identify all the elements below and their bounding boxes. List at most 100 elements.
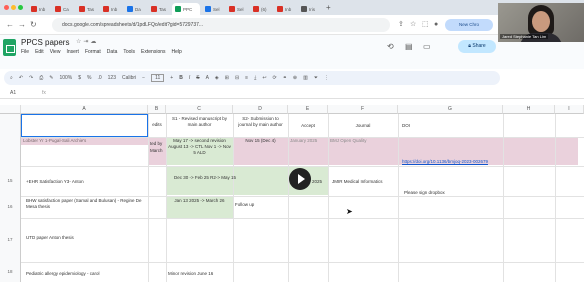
history-icon[interactable]: ⟲ [387,42,394,52]
menu-edit[interactable]: Edit [35,49,44,55]
align-icon[interactable]: ≡ [245,75,248,81]
redo-icon[interactable]: ↷ [29,75,33,81]
font-size-increase-icon[interactable]: + [170,75,173,81]
cell-doi-note[interactable]: Please sign dropbox [402,189,502,197]
cell-revision-dates[interactable]: Minor revision June 16 [166,270,266,278]
text-color-icon[interactable]: A [206,75,209,81]
row-header[interactable]: 15 [0,166,21,196]
new-tab-icon[interactable]: + [326,3,331,13]
link-icon[interactable]: ⚭ [283,75,287,81]
browser-tab[interactable]: Inb [274,3,296,15]
browser-tab[interactable]: Ca [52,3,74,15]
italic-icon[interactable]: I [189,75,190,81]
reload-icon[interactable]: ↻ [30,20,37,30]
webcam-video-overlay[interactable]: Jared Stephanie Tan Lim [498,3,584,42]
back-icon[interactable]: ← [6,20,14,30]
insert-comment-icon[interactable]: ⊕ [293,75,297,81]
row-header[interactable]: 17 [0,218,21,262]
print-icon[interactable]: ⎙ [39,75,43,81]
browser-tab[interactable]: Inb [28,3,50,15]
paint-format-icon[interactable]: ✎ [49,75,53,81]
close-window-icon[interactable] [4,5,9,10]
meet-icon[interactable]: ▭ [423,42,431,52]
borders-icon[interactable]: ⊞ [225,75,229,81]
comment-icon[interactable]: ▤ [405,42,413,52]
row-header[interactable] [0,114,21,137]
cell-submission-date[interactable]: Follow up [233,201,288,209]
menu-help[interactable]: Help [172,49,182,55]
column-header-c[interactable]: C [166,105,233,114]
browser-tab-active[interactable]: PPC [172,3,200,15]
name-box[interactable]: A1 [10,90,16,96]
header-cell-doi[interactable]: DOI [400,122,500,134]
sheets-logo-icon[interactable] [3,39,16,56]
header-cell-accept[interactable]: Accept [288,122,328,134]
column-header-d[interactable]: D [233,105,288,114]
search-menus-icon[interactable]: ⌕ [10,75,13,81]
row-header[interactable]: 16 [0,196,21,218]
menu-view[interactable]: View [50,49,61,55]
more-icon[interactable]: ⋮ [324,75,329,81]
font-select[interactable]: Calibri [122,75,136,81]
cell-journal[interactable]: JMIR Medical Informatics [330,178,398,186]
decimal-icon[interactable]: .0 [97,75,101,81]
profile-icon[interactable]: ● [434,20,438,30]
browser-tab[interactable]: Sel [202,3,224,15]
cell-paper-title[interactable]: BHW satisfaction paper (Samal and Bulusa… [24,197,148,213]
cell-revision-dates[interactable]: Dec 30 -> Feb 25 R2-> May 15 [166,174,276,190]
minimize-window-icon[interactable] [11,5,16,10]
menu-format[interactable]: Format [85,49,101,55]
font-size-input[interactable]: 11 [151,74,165,82]
valign-icon[interactable]: ⤓ [254,75,256,81]
url-input[interactable]: docs.google.com/spreadsheets/d/1pdLFQo/e… [52,18,390,32]
browser-tab[interactable]: Tas [76,3,98,15]
undo-icon[interactable]: ↶ [19,75,23,81]
column-header-h[interactable]: H [503,105,555,114]
column-header-e[interactable]: E [288,105,328,114]
menu-data[interactable]: Data [107,49,118,55]
column-header-g[interactable]: G [398,105,503,114]
browser-tab[interactable]: Da [124,3,146,15]
filter-icon[interactable]: ⏷ [314,75,318,81]
cell-revision-dates[interactable]: May 17 -> second revision August 13 -> C… [166,137,233,165]
share-button[interactable]: 🔒︎ Share [458,40,496,53]
column-header-f[interactable]: F [328,105,398,114]
strikethrough-icon[interactable]: S [196,75,199,81]
doi-link[interactable]: https://doi.org/10.1136/bmjoq-2023-00267… [400,158,503,166]
header-cell-revised[interactable]: S1 - Revised manuscript by main author [166,115,233,136]
menu-insert[interactable]: Insert [66,49,79,55]
row-header[interactable]: 18 [0,262,21,282]
extensions-icon[interactable]: ⬚ [422,20,429,30]
selected-cell[interactable] [21,114,148,137]
percent-icon[interactable]: % [87,75,91,81]
forward-icon[interactable]: → [18,20,26,30]
cell-paper-title[interactable]: UTD paper Anton thesis [24,234,148,242]
formula-input[interactable] [56,89,576,97]
cell-revision-dates[interactable]: Jan 13 2025 -> March 26 [166,197,233,213]
row-header[interactable] [0,137,21,166]
bookmark-star-icon[interactable]: ☆ [410,20,416,30]
browser-tab[interactable]: Sel [226,3,248,15]
select-all-corner[interactable] [0,105,21,114]
header-cell-edits[interactable]: edits [148,116,166,136]
number-format-icon[interactable]: 123 [108,75,116,81]
column-header-b[interactable]: B [148,105,166,114]
new-chrome-available-button[interactable]: New Chro [445,19,493,31]
cell-submission-date[interactable]: Nov 15 (Dec 4) [233,137,288,147]
column-header-i[interactable]: I [555,105,584,114]
cell-paper-title[interactable]: Pediatric allergy epidemiology - carol [24,270,148,278]
menu-tools[interactable]: Tools [123,49,135,55]
chart-icon[interactable]: ▥ [303,75,308,81]
cell-accept-date[interactable]: January 2025 [288,137,328,145]
maximize-window-icon[interactable] [18,5,23,10]
play-button-icon[interactable] [289,168,311,190]
wrap-icon[interactable]: ↩ [262,75,266,81]
browser-tab[interactable]: (6) [250,3,272,15]
zoom-select[interactable]: 100% [59,75,72,81]
browser-tab[interactable]: Inb [100,3,122,15]
currency-icon[interactable]: $ [78,75,81,81]
menu-file[interactable]: File [21,49,29,55]
bold-icon[interactable]: B [179,75,183,81]
cloud-status-icon[interactable]: ☁ [90,39,98,45]
column-header-a[interactable]: A [21,105,148,114]
